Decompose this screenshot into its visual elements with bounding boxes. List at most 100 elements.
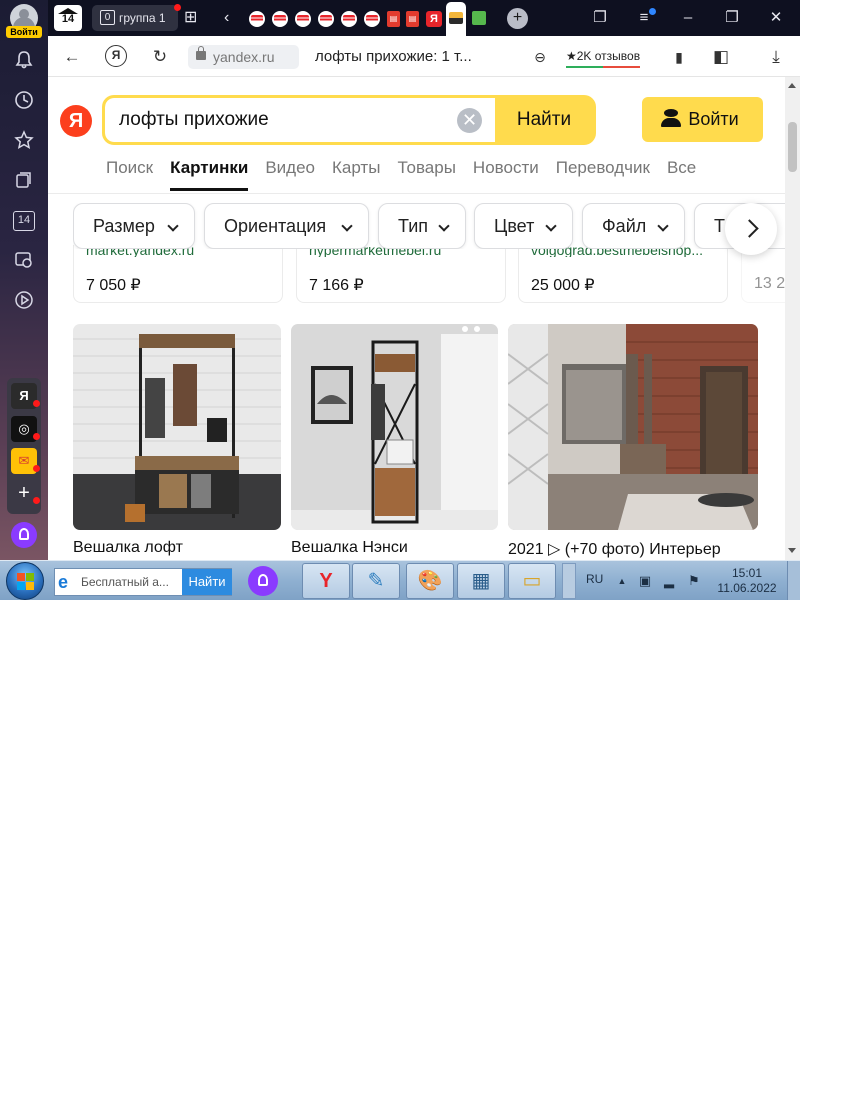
search-submit-button[interactable]: Найти xyxy=(495,98,593,142)
tab-favicon-yandex-browser[interactable] xyxy=(318,11,334,27)
filter-color[interactable]: Цвет xyxy=(474,203,573,249)
home-tab-button[interactable]: 14 xyxy=(54,5,82,31)
tab-products[interactable]: Товары xyxy=(397,157,455,191)
chevron-left-icon[interactable]: ‹ xyxy=(224,8,229,28)
tabs-count-icon[interactable]: 14 xyxy=(13,211,35,231)
language-indicator[interactable]: RU xyxy=(586,572,603,586)
page-scrollbar[interactable] xyxy=(785,77,800,560)
home-tab-count: 14 xyxy=(61,13,75,25)
zoom-icon[interactable]: ⊖ xyxy=(528,45,552,69)
play-icon[interactable] xyxy=(12,288,36,312)
tab-all[interactable]: Все xyxy=(667,157,696,191)
product-card[interactable]: market.yandex.ru 7 050 ₽ xyxy=(73,245,283,303)
product-card[interactable]: volgograd.bestmebelshop... 25 000 ₽ xyxy=(518,245,728,303)
collections-icon[interactable] xyxy=(12,168,36,192)
tab-favicon-yandex-browser[interactable] xyxy=(364,11,380,27)
clear-search-button[interactable]: ✕ xyxy=(457,108,482,133)
yandex-app[interactable]: Я xyxy=(11,383,40,409)
explorer-taskbar-icon[interactable]: ▭ xyxy=(508,563,556,599)
image-result-2[interactable] xyxy=(291,324,498,530)
product-card[interactable]: hypermarketmebel.ru 7 166 ₽ xyxy=(296,245,506,303)
notepad-taskbar-icon[interactable]: ✎ xyxy=(352,563,400,599)
login-button[interactable]: Войти xyxy=(642,97,763,142)
taskbar-search-input[interactable]: Бесплатный а... xyxy=(81,569,181,595)
tab-favicon-pdf[interactable]: ▤ xyxy=(406,11,419,27)
device-icon[interactable]: ▣ xyxy=(637,573,653,589)
image-caption[interactable]: Вешалка Нэнси xyxy=(291,539,408,557)
active-tab[interactable] xyxy=(446,2,466,36)
paint-taskbar-icon[interactable]: 🎨 xyxy=(406,563,454,599)
yandex-button[interactable]: Я xyxy=(105,45,127,67)
tab-favicon-yandex-browser[interactable] xyxy=(341,11,357,27)
signal-icon[interactable]: ▂ xyxy=(661,573,677,589)
calculator-taskbar-icon[interactable]: ▦ xyxy=(457,563,505,599)
bookmark-flag-icon[interactable]: ▮ xyxy=(667,45,691,69)
product-price: 13 2 xyxy=(754,275,785,292)
image-caption[interactable]: 2021 ▷ (+70 фото) Интерьер xyxy=(508,539,721,559)
star-icon[interactable] xyxy=(12,128,36,152)
alice-station-app[interactable]: ◎ xyxy=(11,416,40,442)
add-app-button[interactable]: + xyxy=(11,480,40,506)
close-icon[interactable]: ✕ xyxy=(764,6,788,30)
image-caption[interactable]: Вешалка лофт xyxy=(73,539,183,557)
extensions-icon[interactable]: ◧ xyxy=(709,45,733,69)
tab-favicon-yandex-browser[interactable] xyxy=(295,11,311,27)
reload-button[interactable]: ↻ xyxy=(148,45,172,69)
bell-icon[interactable] xyxy=(12,48,36,72)
taskbar-search-button[interactable]: Найти xyxy=(182,569,232,595)
yandex-logo[interactable]: Я xyxy=(60,105,92,137)
new-tab-button[interactable]: + xyxy=(507,8,528,29)
tab-video[interactable]: Видео xyxy=(265,157,315,191)
scroll-down-arrow[interactable] xyxy=(788,548,796,553)
screenshot-icon[interactable] xyxy=(12,248,36,272)
menu-icon[interactable]: ≡ xyxy=(632,6,656,30)
tab-favicon-yandex[interactable]: Я xyxy=(426,11,442,27)
tray-expand-icon[interactable]: ▲ xyxy=(614,573,630,589)
tab-translator[interactable]: Переводчик xyxy=(556,157,650,191)
reviews-badge[interactable]: ★2K отзывов xyxy=(566,46,641,68)
minimize-icon[interactable]: – xyxy=(676,6,700,30)
scroll-up-arrow[interactable] xyxy=(788,83,796,88)
yandex-browser-taskbar-icon[interactable]: Y xyxy=(302,563,350,599)
clock[interactable]: 15:01 11.06.2022 xyxy=(715,566,779,596)
scrollbar-thumb[interactable] xyxy=(788,122,797,172)
restore-icon[interactable]: ❐ xyxy=(720,6,744,30)
sidebar-apps: Я ◎ ✉ + xyxy=(7,378,41,514)
filter-type[interactable]: Тип xyxy=(378,203,466,249)
alice-icon[interactable] xyxy=(11,522,37,548)
search-input[interactable] xyxy=(105,98,495,142)
image-result-3[interactable] xyxy=(508,324,758,530)
address-bar: ← Я ↻ yandex.ru лофты прихожие: 1 т... ⊖… xyxy=(48,36,800,77)
start-button[interactable] xyxy=(6,562,44,600)
taskbar-search[interactable]: e Бесплатный а... Найти xyxy=(54,568,232,596)
back-button[interactable]: ← xyxy=(60,45,84,69)
clock-icon[interactable] xyxy=(12,88,36,112)
url-field[interactable]: yandex.ru xyxy=(188,45,299,69)
tab-favicon-yandex-browser[interactable] xyxy=(249,11,265,27)
filter-size[interactable]: Размер xyxy=(73,203,195,249)
tab-search[interactable]: Поиск xyxy=(106,157,153,191)
show-desktop-button[interactable] xyxy=(787,561,800,600)
new-group-icon[interactable]: ⊞ xyxy=(184,8,197,28)
tab-news[interactable]: Новости xyxy=(473,157,539,191)
alice-taskbar-icon[interactable] xyxy=(248,566,278,596)
filter-orientation[interactable]: Ориентация xyxy=(204,203,369,249)
tab-favicon-yandex-browser[interactable] xyxy=(272,11,288,27)
flag-icon[interactable]: ⚑ xyxy=(686,573,702,589)
tab-favicon-pdf[interactable]: ▤ xyxy=(387,11,400,27)
image-hallway-nancy xyxy=(291,324,498,530)
chevron-right-icon[interactable] xyxy=(725,203,777,255)
filter-file[interactable]: Файл xyxy=(582,203,685,249)
taskbar-scroll[interactable] xyxy=(562,563,576,599)
download-icon[interactable]: ⤓ xyxy=(764,45,788,69)
image-result-1[interactable] xyxy=(73,324,281,530)
tab-favicon-green[interactable] xyxy=(472,11,486,25)
page-title: лофты прихожие: 1 т... xyxy=(315,48,472,65)
tab-maps[interactable]: Карты xyxy=(332,157,380,191)
bookmark-icon[interactable]: ❐ xyxy=(588,6,612,30)
yandex-app-glyph: Я xyxy=(19,388,29,403)
tab-images[interactable]: Картинки xyxy=(170,157,249,191)
mail-app[interactable]: ✉ xyxy=(11,448,40,474)
tab-group[interactable]: 0 группа 1 xyxy=(92,4,181,31)
sidebar-login-button[interactable]: Войти xyxy=(6,26,42,38)
